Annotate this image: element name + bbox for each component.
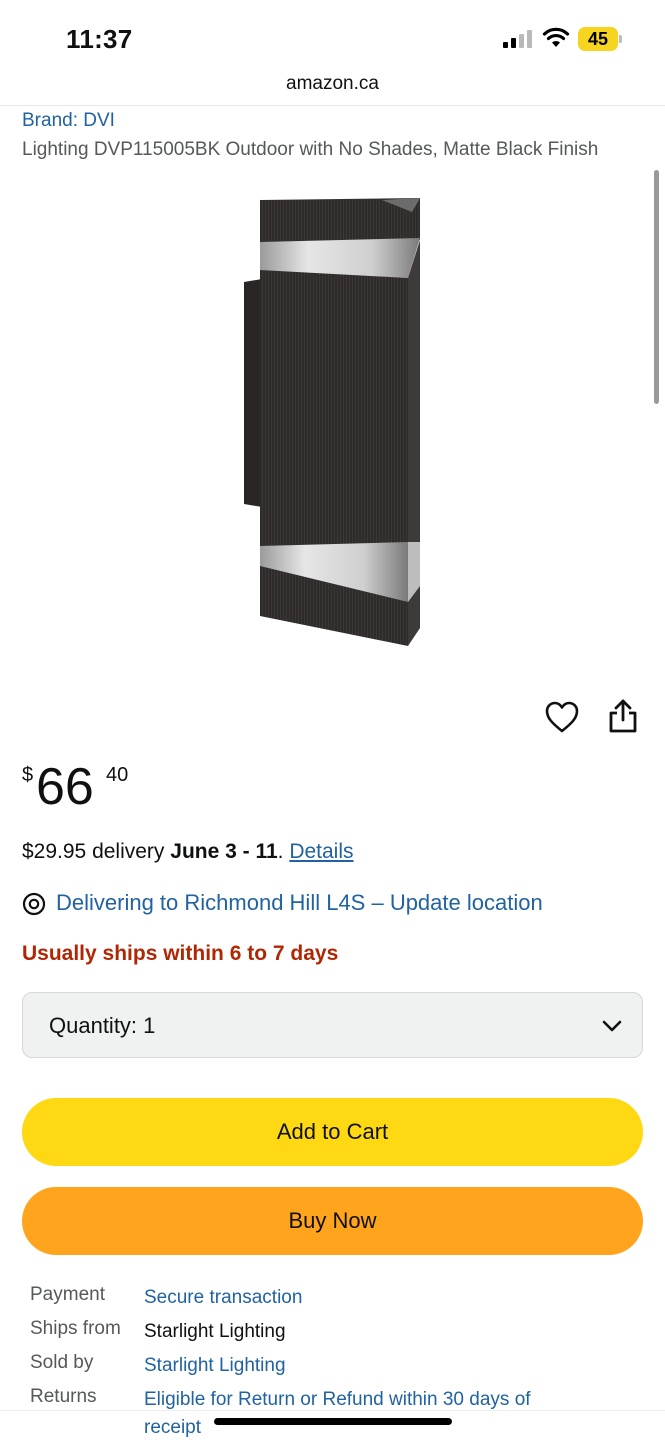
detail-row-ships-from: Ships from Starlight Lighting [30, 1318, 650, 1352]
price-symbol: $ [22, 764, 34, 786]
location-pin-icon [22, 892, 46, 916]
scrollbar[interactable] [654, 170, 659, 404]
detail-row-payment: Payment Secure transaction [30, 1284, 650, 1318]
detail-value-sold-by[interactable]: Starlight Lighting [144, 1352, 584, 1380]
add-to-cart-button[interactable]: Add to Cart [22, 1098, 643, 1166]
detail-value-ships-from: Starlight Lighting [144, 1321, 286, 1342]
home-indicator[interactable] [214, 1418, 452, 1425]
status-time: 11:37 [66, 24, 133, 54]
quantity-label: Quantity: 1 [49, 1013, 156, 1038]
delivery-info: $29.95 delivery June 3 - 11. Details [22, 840, 354, 864]
battery-level: 45 [587, 29, 609, 49]
divider [0, 1410, 665, 1411]
cellular-signal-icon [503, 30, 532, 48]
battery-tip [619, 35, 622, 43]
quantity-dropdown[interactable]: Quantity: 1 [22, 992, 643, 1058]
status-bar: 11:37 45 [0, 0, 665, 70]
delivery-dates: June 3 - 11 [170, 840, 278, 863]
detail-row-sold-by: Sold by Starlight Lighting [30, 1352, 650, 1386]
availability-text: Usually ships within 6 to 7 days [22, 942, 339, 965]
detail-value-payment[interactable]: Secure transaction [144, 1284, 584, 1312]
location-text[interactable]: Delivering to Richmond Hill L4S – Update… [56, 890, 543, 916]
heart-icon[interactable] [544, 700, 580, 734]
detail-label: Sold by [30, 1352, 94, 1373]
detail-label: Ships from [30, 1318, 121, 1339]
url-text: amazon.ca [286, 73, 379, 94]
chevron-down-icon [602, 1020, 622, 1032]
url-bar[interactable]: amazon.ca [0, 70, 665, 106]
detail-value-returns[interactable]: Eligible for Return or Refund within 30 … [144, 1386, 584, 1440]
detail-label: Payment [30, 1284, 105, 1305]
detail-row-returns: Returns Eligible for Return or Refund wi… [30, 1386, 650, 1438]
product-image[interactable] [232, 196, 432, 652]
price-whole: 66 [36, 758, 94, 816]
delivery-details-link[interactable]: Details [289, 840, 353, 863]
share-icon[interactable] [606, 698, 640, 734]
quantity-value: 1 [143, 1013, 156, 1038]
delivery-cost: $29.95 delivery [22, 840, 171, 863]
battery-indicator: 45 [578, 27, 622, 51]
detail-label: Returns [30, 1386, 97, 1407]
purchase-details: Payment Secure transaction Ships from St… [30, 1284, 650, 1438]
wifi-icon [542, 27, 570, 47]
buy-now-button[interactable]: Buy Now [22, 1187, 643, 1255]
delivery-suffix: . [277, 840, 290, 863]
product-title: Lighting DVP115005BK Outdoor with No Sha… [22, 139, 599, 160]
brand-link[interactable]: Brand: DVI [22, 110, 115, 132]
price-fraction: 40 [106, 764, 129, 786]
